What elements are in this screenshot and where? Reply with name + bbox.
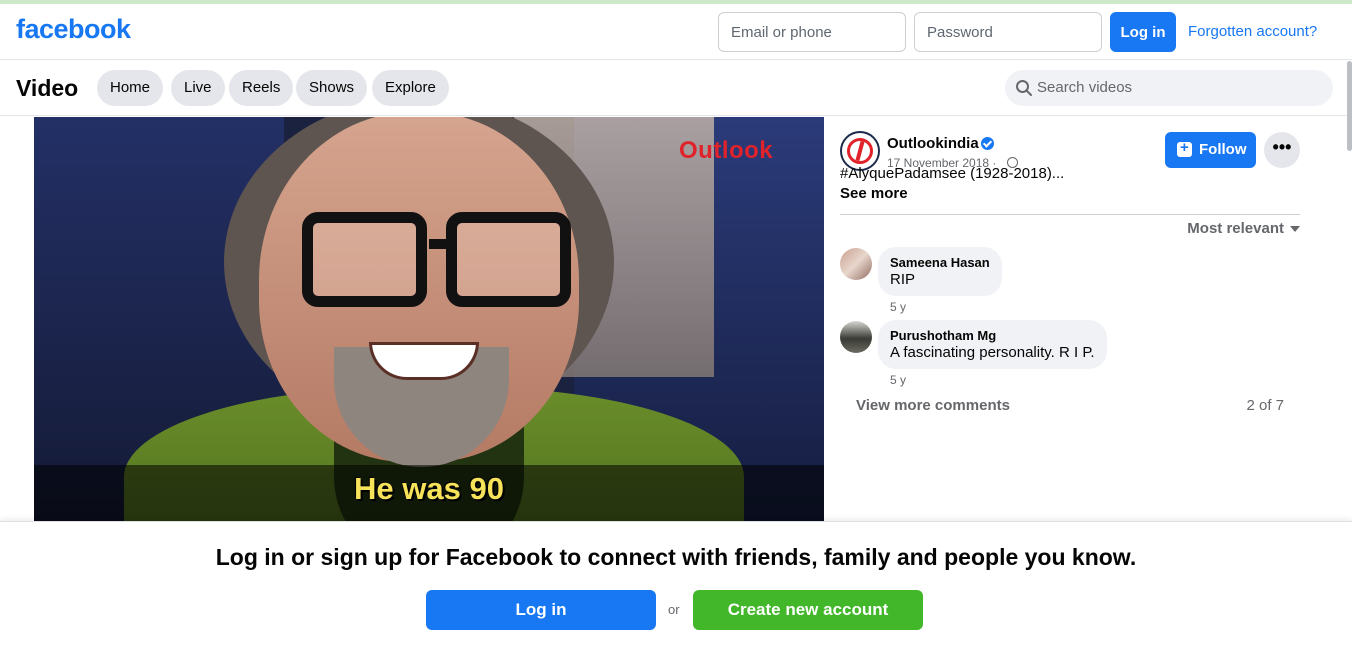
follow-icon [1177, 139, 1192, 157]
commenter-avatar[interactable] [840, 321, 872, 353]
glasses-bridge [429, 239, 457, 249]
email-field[interactable] [718, 12, 906, 52]
forgot-account-link[interactable]: Forgotten account? [1188, 23, 1317, 40]
password-field[interactable] [914, 12, 1102, 52]
search-icon [1016, 80, 1032, 96]
scrollbar[interactable] [1347, 61, 1352, 151]
tab-home[interactable]: Home [97, 70, 164, 106]
sort-label: Most relevant [1187, 220, 1284, 237]
tab-explore[interactable]: Explore [372, 70, 449, 106]
video-watermark: Outlook [679, 137, 774, 164]
caret-down-icon [1290, 226, 1300, 233]
commenter-name[interactable]: Sameena Hasan [890, 255, 990, 270]
banner-title: Log in or sign up for Facebook to connec… [215, 544, 1137, 570]
page-title: Video [16, 75, 79, 101]
comments-count: 2 of 7 [1246, 397, 1284, 414]
view-more-comments-link[interactable]: View more comments [856, 397, 1010, 414]
facebook-logo[interactable]: facebook [16, 14, 131, 45]
comment-time[interactable]: 5 y [890, 373, 906, 387]
comment-sort-dropdown[interactable]: Most relevant [1187, 220, 1300, 237]
page-name-link[interactable]: Outlookindia [887, 135, 979, 152]
top-bar: facebook Log in Forgotten account? [0, 4, 1352, 60]
post-text: #AlyquePadamsee (1928-2018)... [840, 165, 1065, 182]
or-separator: or [668, 602, 680, 617]
comment-bubble: Purushotham Mg A fascinating personality… [878, 320, 1107, 369]
commenter-avatar[interactable] [840, 248, 872, 280]
video-nav: Video Home Live Reels Shows Explore Sear… [0, 61, 1352, 116]
search-placeholder: Search videos [1037, 79, 1133, 96]
post-sidebar: Outlookindia 17 November 2018 · Follow •… [840, 117, 1300, 522]
glasses-right [446, 212, 571, 307]
follow-label: Follow [1199, 141, 1247, 158]
more-options-button[interactable]: ••• [1264, 132, 1300, 168]
tab-shows[interactable]: Shows [296, 70, 368, 106]
comment-text: RIP [890, 271, 916, 288]
comment-time[interactable]: 5 y [890, 300, 906, 314]
video-player[interactable]: Outlook He was 90 [34, 117, 824, 522]
verified-badge-icon [981, 137, 994, 150]
tab-live[interactable]: Live [171, 70, 225, 106]
see-more-link[interactable]: See more [840, 185, 908, 202]
commenter-name[interactable]: Purushotham Mg [890, 328, 1095, 343]
comment-text: A fascinating personality. R I P. [890, 344, 1095, 361]
video-caption: He was 90 [354, 471, 504, 506]
banner-login-button[interactable]: Log in [426, 590, 656, 630]
login-banner: Log in or sign up for Facebook to connec… [0, 521, 1352, 654]
glasses-left [302, 212, 427, 307]
login-button[interactable]: Log in [1110, 12, 1176, 52]
follow-button[interactable]: Follow [1165, 132, 1256, 168]
search-input[interactable]: Search videos [1005, 70, 1333, 106]
divider [840, 214, 1300, 215]
tab-reels[interactable]: Reels [229, 70, 294, 106]
create-account-button[interactable]: Create new account [693, 590, 923, 630]
comment-bubble: Sameena Hasan RIP [878, 247, 1002, 296]
